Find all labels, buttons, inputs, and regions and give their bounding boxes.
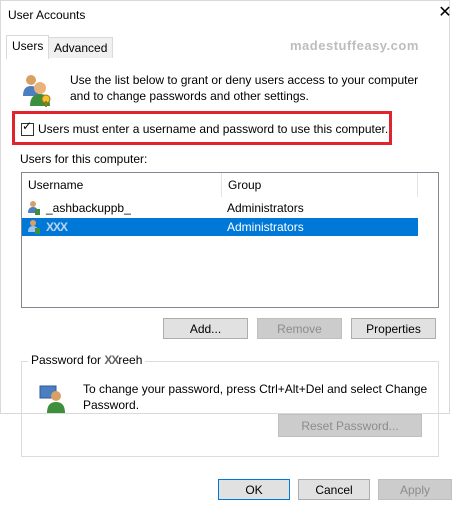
redacted-username: XX bbox=[104, 353, 119, 367]
users-list-label: Users for this computer: bbox=[20, 152, 148, 166]
password-group-title-prefix: Password for bbox=[31, 353, 105, 367]
remove-button[interactable]: Remove bbox=[257, 318, 342, 339]
require-login-label[interactable]: Users must enter a username and password… bbox=[38, 122, 388, 136]
add-button[interactable]: Add... bbox=[163, 318, 248, 339]
user-row-selected[interactable]: XXX Administrators bbox=[22, 218, 418, 236]
user-icon bbox=[27, 219, 41, 235]
row-username: XXX bbox=[46, 220, 68, 234]
watermark: madestuffeasy.com bbox=[290, 38, 419, 53]
row-group: Administrators bbox=[227, 220, 304, 234]
tab-users[interactable]: Users bbox=[6, 35, 50, 59]
close-icon[interactable]: ✕ bbox=[434, 2, 456, 24]
users-icon bbox=[20, 72, 52, 108]
ok-button[interactable]: OK bbox=[218, 479, 290, 500]
user-accounts-dialog: User Accounts ✕ madestuffeasy.com Users … bbox=[0, 0, 459, 508]
tab-advanced[interactable]: Advanced bbox=[48, 37, 114, 58]
password-group-title: Password for XXreeh bbox=[28, 353, 146, 367]
password-help-text: To change your password, press Ctrl+Alt+… bbox=[83, 382, 428, 412]
row-username: _ashbackuppb_ bbox=[46, 201, 131, 215]
intro-text: Use the list below to grant or deny user… bbox=[70, 73, 419, 103]
users-list[interactable]: Username Group _ashbackuppb_ Administrat… bbox=[21, 172, 439, 308]
checkmark-icon: ✓ bbox=[22, 119, 33, 133]
password-group-title-tail: reeh bbox=[118, 353, 143, 367]
column-header-username[interactable]: Username bbox=[22, 173, 222, 197]
column-header-group[interactable]: Group bbox=[222, 173, 418, 197]
reset-password-button[interactable]: Reset Password... bbox=[278, 414, 422, 437]
password-user-icon bbox=[39, 384, 69, 414]
cancel-button[interactable]: Cancel bbox=[298, 479, 370, 500]
row-group: Administrators bbox=[227, 201, 304, 215]
user-row[interactable]: _ashbackuppb_ Administrators bbox=[22, 199, 418, 217]
properties-button[interactable]: Properties bbox=[351, 318, 436, 339]
apply-button[interactable]: Apply bbox=[378, 479, 452, 500]
window-title: User Accounts bbox=[8, 8, 86, 22]
user-icon bbox=[27, 200, 41, 216]
